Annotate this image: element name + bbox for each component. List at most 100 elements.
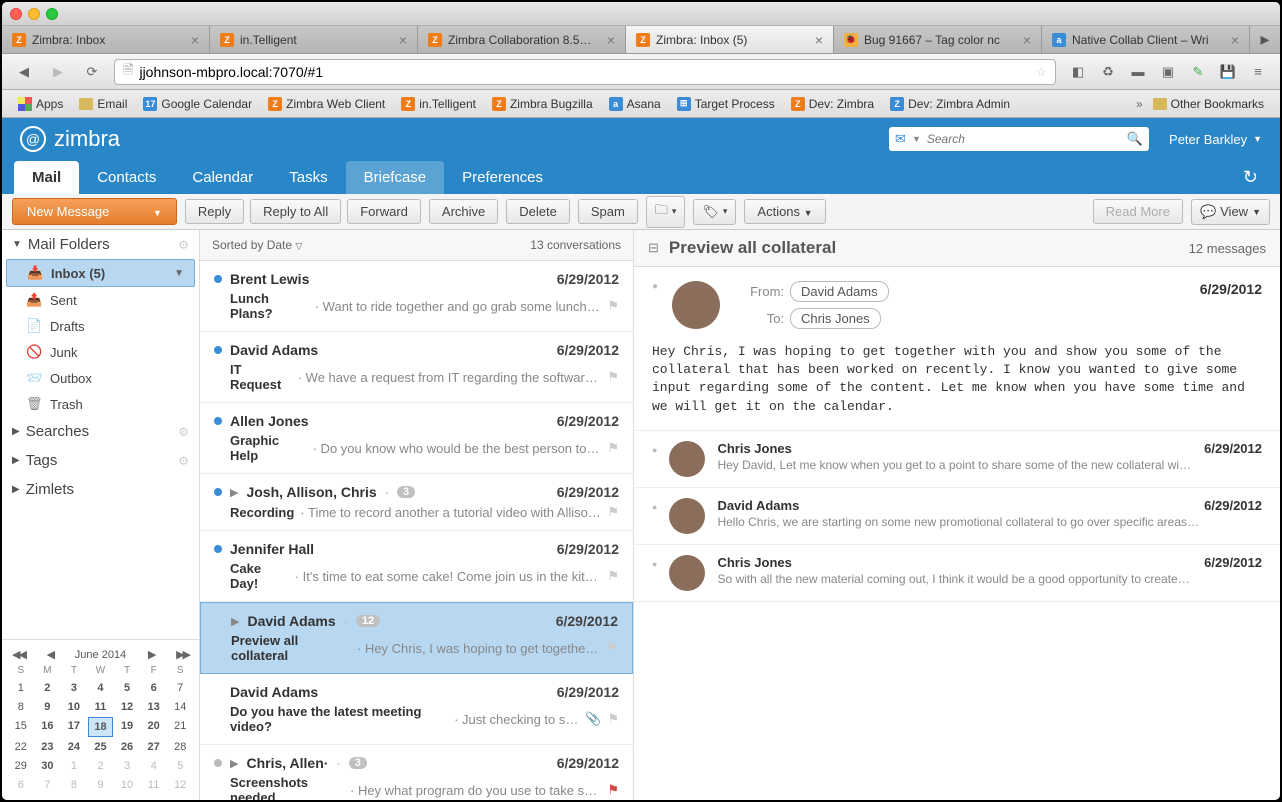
cal-day[interactable]: 29 bbox=[8, 757, 34, 775]
user-menu[interactable]: Peter Barkley ▼ bbox=[1169, 132, 1262, 147]
cal-day[interactable]: 13 bbox=[141, 698, 167, 716]
sidebar-section-zimlets[interactable]: ▶Zimlets bbox=[2, 475, 199, 504]
flag-icon[interactable]: ⚑ bbox=[607, 369, 619, 385]
cal-day[interactable]: 21 bbox=[167, 717, 193, 737]
spam-button[interactable]: Spam bbox=[578, 199, 638, 224]
bookmark-item[interactable]: Email bbox=[73, 95, 133, 113]
gear-icon[interactable]: ⚙ bbox=[178, 425, 189, 439]
cal-day[interactable]: 24 bbox=[61, 738, 87, 756]
other-bookmarks[interactable]: Other Bookmarks bbox=[1147, 95, 1270, 113]
to-bubble[interactable]: Chris Jones bbox=[790, 308, 881, 329]
bookmark-item[interactable]: Zin.Telligent bbox=[395, 95, 482, 113]
search-dropdown-icon[interactable]: ▼ bbox=[912, 134, 921, 144]
cal-prev-year[interactable]: ◀◀ bbox=[12, 648, 25, 661]
conversation-item[interactable]: ▶ Josh, Allison, Chris ·3 6/29/2012 Reco… bbox=[200, 474, 633, 531]
address-bar[interactable]: 🗎 ☆ bbox=[114, 59, 1056, 85]
reply-button[interactable]: Reply bbox=[185, 199, 244, 224]
close-tab-icon[interactable]: × bbox=[399, 32, 407, 48]
conversation-item[interactable]: Allen Jones 6/29/2012 Graphic Help · Do … bbox=[200, 403, 633, 474]
bookmark-item[interactable]: ⊞Target Process bbox=[671, 95, 781, 113]
cal-day[interactable]: 12 bbox=[114, 698, 140, 716]
zimbra-search[interactable]: ✉ ▼ 🔍 bbox=[889, 127, 1149, 151]
cal-day[interactable]: 10 bbox=[61, 698, 87, 716]
bookmark-item[interactable]: 17Google Calendar bbox=[137, 95, 258, 113]
cal-day[interactable]: 7 bbox=[35, 776, 61, 794]
zimbra-logo[interactable]: @ zimbra bbox=[20, 126, 120, 152]
bookmark-item[interactable]: aAsana bbox=[603, 95, 667, 113]
reply-all-button[interactable]: Reply to All bbox=[250, 199, 341, 224]
cal-day[interactable]: 4 bbox=[88, 679, 114, 697]
cal-day[interactable]: 1 bbox=[8, 679, 34, 697]
cal-day[interactable]: 12 bbox=[167, 776, 193, 794]
ext-icon-save[interactable]: 💾 bbox=[1216, 60, 1240, 84]
flag-icon[interactable]: ⚑ bbox=[607, 568, 619, 584]
app-tab-calendar[interactable]: Calendar bbox=[174, 161, 271, 194]
cal-day[interactable]: 8 bbox=[61, 776, 87, 794]
archive-button[interactable]: Archive bbox=[429, 199, 498, 224]
close-tab-icon[interactable]: × bbox=[191, 32, 199, 48]
cal-day[interactable]: 23 bbox=[35, 738, 61, 756]
bookmark-item[interactable]: Apps bbox=[12, 95, 69, 113]
expand-icon[interactable]: ▶ bbox=[231, 615, 239, 628]
sidebar-section-tags[interactable]: ▶Tags⚙ bbox=[2, 446, 199, 475]
collapse-icon[interactable]: ⊟ bbox=[648, 240, 659, 256]
cal-day[interactable]: 25 bbox=[88, 738, 114, 756]
flag-icon[interactable]: ⚑ bbox=[607, 782, 619, 798]
zoom-window-button[interactable] bbox=[46, 8, 58, 20]
back-button[interactable]: ◀ bbox=[12, 60, 36, 84]
conversation-item[interactable]: ▶ Chris, Allen· ·3 6/29/2012 Screenshots… bbox=[200, 745, 633, 800]
forward-button[interactable]: Forward bbox=[347, 199, 421, 224]
cal-day[interactable]: 6 bbox=[141, 679, 167, 697]
browser-tab[interactable]: 🐞Bug 91667 – Tag color nc× bbox=[834, 26, 1042, 53]
cal-day[interactable]: 11 bbox=[88, 698, 114, 716]
read-more-button[interactable]: Read More bbox=[1093, 199, 1183, 224]
expand-icon[interactable]: ▶ bbox=[230, 486, 238, 499]
cal-day[interactable]: 3 bbox=[114, 757, 140, 775]
cal-day[interactable]: 14 bbox=[167, 698, 193, 716]
forward-button[interactable]: ▶ bbox=[46, 60, 70, 84]
conversation-item[interactable]: David Adams 6/29/2012 IT Request · We ha… bbox=[200, 332, 633, 403]
cal-day[interactable]: 20 bbox=[141, 717, 167, 737]
search-icon[interactable]: 🔍 bbox=[1127, 131, 1143, 147]
cal-day[interactable]: 15 bbox=[8, 717, 34, 737]
cal-day[interactable]: 6 bbox=[8, 776, 34, 794]
app-tab-briefcase[interactable]: Briefcase bbox=[346, 161, 445, 194]
new-message-button[interactable]: New Message ▼ bbox=[12, 198, 177, 225]
close-tab-icon[interactable]: × bbox=[1023, 32, 1031, 48]
flag-icon[interactable]: ⚑ bbox=[607, 711, 619, 727]
url-input[interactable] bbox=[139, 64, 1029, 80]
cal-day[interactable]: 2 bbox=[35, 679, 61, 697]
flag-icon[interactable]: ⚑ bbox=[606, 640, 618, 656]
cal-day[interactable]: 1 bbox=[61, 757, 87, 775]
flag-icon[interactable]: ⚑ bbox=[607, 298, 619, 314]
cal-day[interactable]: 4 bbox=[141, 757, 167, 775]
app-tab-preferences[interactable]: Preferences bbox=[444, 161, 561, 194]
conversation-item[interactable]: David Adams 6/29/2012 Do you have the la… bbox=[200, 674, 633, 745]
gear-icon[interactable]: ⚙ bbox=[178, 238, 189, 252]
browser-tab[interactable]: Zin.Telligent× bbox=[210, 26, 418, 53]
cal-day[interactable]: 27 bbox=[141, 738, 167, 756]
close-window-button[interactable] bbox=[10, 8, 22, 20]
cal-day[interactable]: 9 bbox=[35, 698, 61, 716]
folder-inbox[interactable]: 📥Inbox (5)▼ bbox=[6, 259, 195, 287]
ext-icon-evernote[interactable]: ✎ bbox=[1186, 60, 1210, 84]
cal-day[interactable]: 30 bbox=[35, 757, 61, 775]
folder-outbox[interactable]: 📨Outbox bbox=[2, 365, 199, 391]
browser-tab[interactable]: aNative Collab Client – Wri× bbox=[1042, 26, 1250, 53]
cal-day[interactable]: 19 bbox=[114, 717, 140, 737]
cal-day[interactable]: 11 bbox=[141, 776, 167, 794]
folder-junk[interactable]: 🚫Junk bbox=[2, 339, 199, 365]
close-tab-icon[interactable]: × bbox=[815, 32, 823, 48]
thread-message[interactable]: ● Chris Jones6/29/2012 Hey David, Let me… bbox=[634, 431, 1280, 488]
bookmark-item[interactable]: ZZimbra Bugzilla bbox=[486, 95, 599, 113]
sidebar-section-searches[interactable]: ▶Searches⚙ bbox=[2, 417, 199, 446]
browser-tab[interactable]: ZZimbra: Inbox (5)× bbox=[626, 26, 834, 53]
cal-day[interactable]: 3 bbox=[61, 679, 87, 697]
chrome-menu[interactable]: ≡ bbox=[1246, 60, 1270, 84]
ext-icon-box[interactable]: ▣ bbox=[1156, 60, 1180, 84]
delete-button[interactable]: Delete bbox=[506, 199, 570, 224]
bookmark-overflow[interactable]: » bbox=[1136, 97, 1143, 111]
sort-toggle[interactable]: Sorted by Date ▽ bbox=[212, 238, 302, 252]
bookmark-item[interactable]: ZDev: Zimbra Admin bbox=[884, 95, 1016, 113]
gear-icon[interactable]: ⚙ bbox=[178, 454, 189, 468]
